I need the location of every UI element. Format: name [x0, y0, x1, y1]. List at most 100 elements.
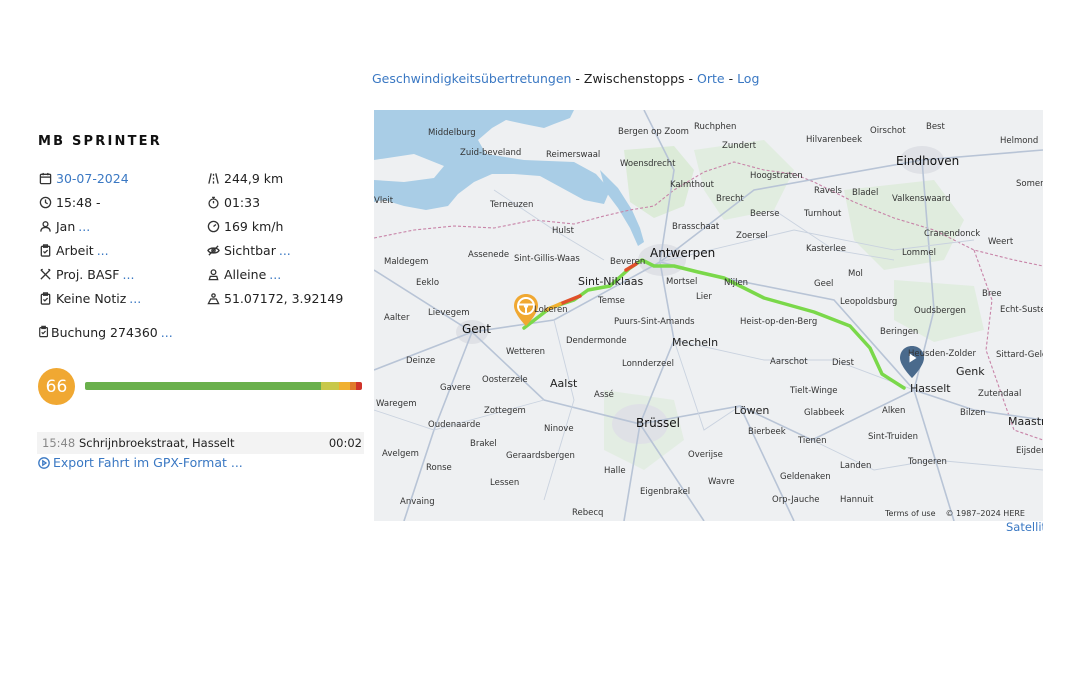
visibility-more-link[interactable]: ...	[279, 243, 291, 258]
stop-address: Schrijnbroekstraat, Hasselt	[79, 436, 235, 450]
map-place-label: Valkenswaard	[892, 194, 951, 204]
here-copyright: © 1987–2024 HERE	[945, 509, 1026, 518]
calendar-icon	[38, 171, 52, 185]
trip-details-panel: MB SPRINTER 30-07-2024 244,9 km 15:48 - …	[38, 134, 364, 341]
map-place-label: Lievegem	[428, 308, 470, 318]
map-place-label: Heusden-Zolder	[908, 349, 977, 359]
clipboard-icon	[38, 325, 51, 339]
booking-row: Buchung 274360...	[38, 323, 364, 341]
map-place-label: Zoersel	[736, 231, 768, 241]
trip-map[interactable]: Middelburg Zuid-beveland Reimerswaal Bergen…	[374, 110, 1043, 521]
map-place-label: Ruchphen	[694, 122, 737, 132]
map-place-label: Eijsden	[1016, 446, 1043, 456]
driver-more-link[interactable]: ...	[78, 219, 90, 234]
map-place-label: Beringen	[880, 327, 919, 337]
map-place-label: Overijse	[688, 450, 723, 460]
map-place-label: Oudsbergen	[914, 306, 966, 316]
map-place-label: Ravels	[814, 186, 842, 196]
terms-of-use-link[interactable]: Terms of use	[885, 509, 936, 518]
map-place-label: Leopoldsburg	[840, 297, 898, 307]
map-place-label: Wavre	[708, 477, 735, 487]
speeding-link[interactable]: Geschwindigkeitsübertretungen	[372, 71, 571, 86]
map-place-label: Gavere	[440, 383, 471, 393]
passengers-more-link[interactable]: ...	[269, 267, 281, 282]
trip-time-value: 15:48 -	[56, 194, 101, 210]
map-place-label: Bierbeek	[748, 427, 786, 437]
trip-duration: 01:33	[206, 193, 364, 211]
stop-duration: 00:02	[328, 436, 362, 450]
map-place-label: Geraardsbergen	[506, 451, 575, 461]
map-place-label: Eigenbrakel	[640, 487, 691, 497]
trip-subnav: Geschwindigkeitsübertretungen - Zwischen…	[372, 71, 759, 86]
map-place-label: Löwen	[734, 404, 770, 417]
trip-date-link[interactable]: 30-07-2024	[56, 171, 129, 186]
map-place-label: Sittard-Geleen	[996, 350, 1043, 360]
trip-distance-value: 244,9 km	[224, 170, 284, 186]
speed-segment	[339, 382, 351, 390]
road-icon	[206, 171, 220, 185]
project-more-link[interactable]: ...	[123, 267, 135, 282]
map-place-label: Turnhout	[804, 209, 842, 219]
stops-tab[interactable]: Zwischenstopps	[584, 71, 685, 86]
map-place-label: Hilvarenbeek	[806, 135, 863, 145]
export-gpx-link[interactable]: Export Fahrt im GPX-Format ...	[38, 455, 243, 470]
map-place-label: Waregem	[376, 399, 417, 409]
trip-coordinates: 51.07172, 3.92149	[206, 289, 364, 307]
trip-passengers: Alleine...	[206, 265, 364, 283]
map-place-label: Maastricht	[1008, 415, 1043, 428]
speed-distribution-bar	[85, 382, 362, 390]
separator: -	[684, 71, 698, 86]
map-place-label: Ronse	[426, 463, 452, 473]
note-more-link[interactable]: ...	[129, 291, 141, 306]
trip-note-value: Keine Notiz	[56, 290, 127, 306]
map-place-label: Mecheln	[672, 336, 719, 349]
separator: -	[571, 71, 584, 86]
purpose-more-link[interactable]: ...	[97, 243, 109, 258]
map-place-label: Beerse	[750, 209, 780, 219]
trip-project-value: Proj. BASF	[56, 266, 120, 282]
map-place-label: Antwerpen	[650, 246, 716, 260]
map-place-label: Aalter	[384, 313, 410, 323]
trip-visibility: Sichtbar...	[206, 241, 364, 259]
map-place-label: Halle	[604, 466, 626, 476]
trip-project: Proj. BASF...	[38, 265, 206, 283]
map-place-label: Deinze	[406, 356, 436, 366]
speed-segment	[85, 382, 321, 390]
map-place-label: Avelgem	[382, 449, 419, 459]
stop-list-item[interactable]: 15:48 Schrijnbroekstraat, Hasselt 00:02	[37, 432, 364, 454]
trip-duration-value: 01:33	[224, 194, 261, 210]
map-place-label: Aarschot	[770, 357, 808, 367]
map-place-label: Middelburg	[428, 128, 476, 138]
map-place-label: Reimerswaal	[546, 150, 601, 160]
map-place-label: Gent	[462, 322, 491, 336]
log-link[interactable]: Log	[737, 71, 759, 86]
map-place-label: Sint-Niklaas	[578, 275, 644, 288]
map-place-label: Dendermonde	[566, 336, 627, 346]
map-place-label: Woensdrecht	[620, 159, 676, 169]
map-place-label: Mol	[848, 269, 863, 279]
clock-icon	[38, 195, 52, 209]
map-place-label: Rebecq	[572, 508, 604, 518]
map-place-label: Oosterzele	[482, 375, 528, 385]
booking-label: Buchung 274360	[51, 324, 158, 340]
trip-date: 30-07-2024	[38, 169, 206, 187]
booking-more-link[interactable]: ...	[161, 325, 173, 340]
map-place-label: Terneuzen	[490, 200, 534, 210]
satellite-toggle[interactable]: Satellite	[1006, 520, 1043, 534]
map-place-label: Lessen	[490, 478, 520, 488]
speed-segment	[356, 382, 362, 390]
user-icon	[38, 219, 52, 233]
stop-time: 15:48	[42, 436, 76, 450]
map-place-label: Assenede	[468, 250, 510, 260]
map-place-label: Hannuit	[840, 495, 874, 505]
map-place-label: Weert	[988, 237, 1014, 247]
map-place-label: Tongeren	[908, 457, 947, 467]
map-place-label: Hoogstraten	[750, 171, 803, 181]
places-link[interactable]: Orte	[697, 71, 725, 86]
map-place-label: Landen	[840, 461, 872, 471]
map-place-label: Aalst	[550, 377, 578, 390]
map-place-label: Tienen	[798, 436, 827, 446]
separator: -	[724, 71, 738, 86]
export-gpx-label[interactable]: Export Fahrt im GPX-Format ...	[53, 455, 243, 470]
trip-max-speed: 169 km/h	[206, 217, 364, 235]
